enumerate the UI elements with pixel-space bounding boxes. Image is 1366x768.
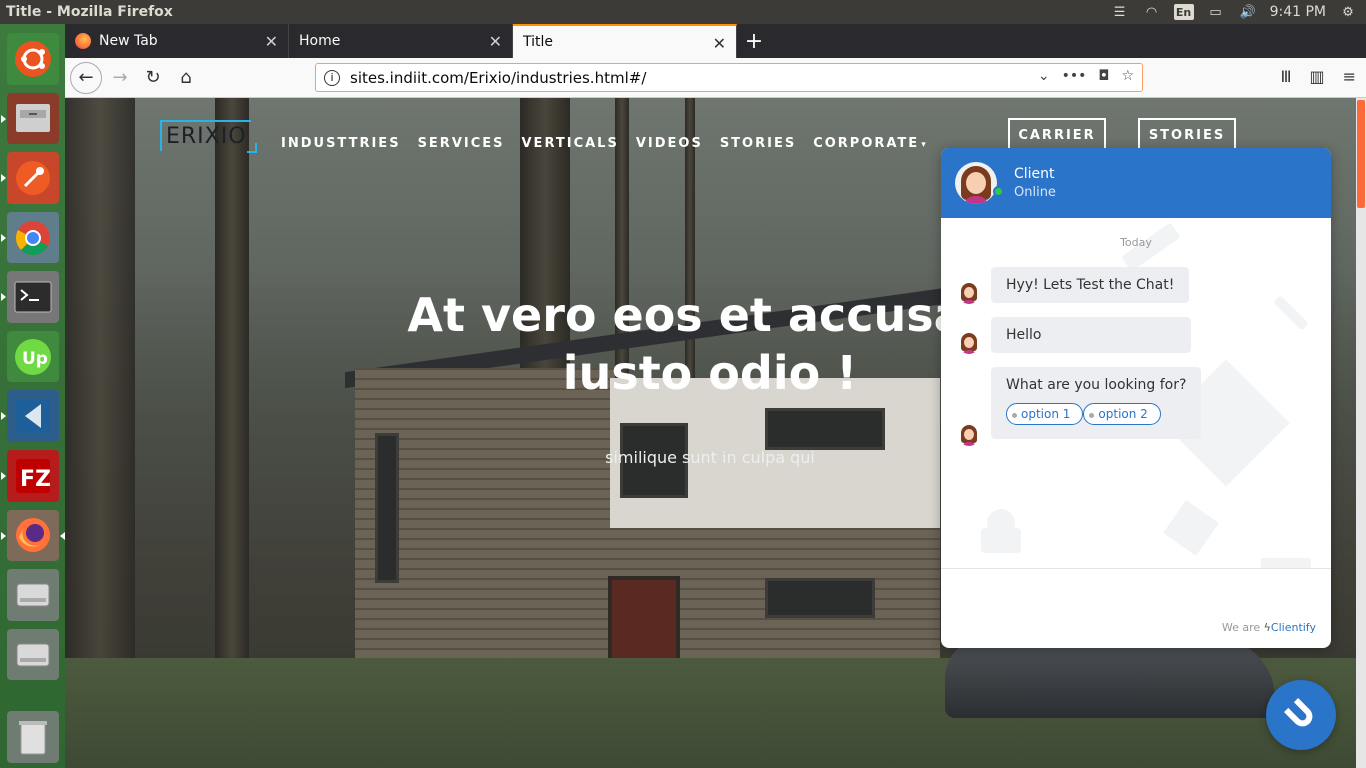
url-text[interactable]: sites.indiit.com/Erixio/industries.html#… [350, 69, 646, 87]
wifi-icon[interactable]: ◠ [1142, 4, 1162, 20]
stories-button[interactable]: STORIES [1138, 118, 1236, 152]
page-scrollbar[interactable] [1356, 98, 1366, 768]
new-tab-button[interactable]: + [737, 24, 771, 58]
system-tray: ☰ ◠ En ▭ 🔊 9:41 PM ⚙ [1110, 0, 1366, 24]
caret-down-icon: ▾ [921, 140, 928, 150]
nav-stories[interactable]: STORIES [720, 136, 796, 151]
browser-nav-bar: ← → ↻ ⌂ i sites.indiit.com/Erixio/indust… [65, 58, 1366, 98]
agent-avatar [955, 162, 997, 204]
pocket-icon[interactable]: ◘ [1098, 68, 1109, 84]
nav-services[interactable]: SERVICES [418, 136, 505, 151]
tab-label: New Tab [99, 33, 158, 49]
hamburger-menu-icon[interactable]: ≡ [1343, 67, 1356, 86]
chat-header: Client Online [941, 148, 1331, 218]
tab-title[interactable]: Title ✕ [513, 24, 737, 58]
nav-corporate-label: CORPORATE [813, 136, 920, 151]
url-bar[interactable]: i sites.indiit.com/Erixio/industries.htm… [315, 63, 1143, 92]
magnet-icon [1284, 698, 1313, 727]
site-info-icon[interactable]: i [324, 69, 340, 86]
chat-launcher-button[interactable] [1266, 680, 1336, 750]
powered-brand-link[interactable]: Clientify [1271, 621, 1316, 634]
browser-tab-strip: New Tab ✕ Home ✕ Title ✕ + [65, 24, 1366, 58]
chat-input-area[interactable]: We are ϟClientify [941, 568, 1331, 648]
chat-message-text: What are you looking for? [1006, 377, 1187, 393]
tab-label: Home [299, 33, 341, 49]
tab-home[interactable]: Home ✕ [289, 24, 513, 58]
drive-icon[interactable] [6, 569, 59, 621]
quick-reply-options: option 1 option 2 [1006, 403, 1186, 425]
dropdown-chevron-icon[interactable]: ⌄ [1038, 68, 1050, 84]
agent-mini-avatar [958, 332, 980, 354]
scrollbar-thumb[interactable] [1357, 100, 1365, 208]
house-window [765, 578, 875, 618]
chat-message-bubble: Hyy! Lets Test the Chat! [991, 267, 1190, 303]
quick-reply-option-2[interactable]: option 2 [1083, 403, 1161, 425]
agent-mini-avatar [958, 282, 980, 304]
svg-text:FZ: FZ [20, 467, 51, 492]
chat-contact-name: Client [1014, 166, 1055, 182]
chat-widget: Client Online Today Hyy! Lets Test the C… [941, 148, 1331, 648]
ubuntu-dash-icon[interactable] [6, 33, 59, 85]
svg-text:Up: Up [22, 349, 48, 369]
quick-reply-option-1[interactable]: option 1 [1006, 403, 1084, 425]
drive-icon[interactable] [6, 628, 59, 681]
tab-new-tab[interactable]: New Tab ✕ [65, 24, 289, 58]
close-tab-icon[interactable]: ✕ [489, 32, 502, 51]
parked-car [945, 638, 1275, 718]
ubuntu-launcher: Up FZ [0, 24, 65, 768]
vscode-icon[interactable] [0, 390, 59, 443]
firefox-icon[interactable] [0, 509, 65, 562]
volume-icon[interactable]: 🔊 [1238, 4, 1258, 20]
house-window [765, 408, 885, 450]
back-button[interactable]: ← [70, 61, 102, 94]
powered-by: We are ϟClientify [1222, 621, 1316, 634]
reload-button[interactable]: ↻ [138, 63, 168, 93]
chrome-icon[interactable] [0, 211, 59, 264]
nav-corporate[interactable]: CORPORATE ▾ [813, 136, 928, 151]
library-icon[interactable]: Ⅲ [1280, 67, 1291, 86]
window-title: Title - Mozilla Firefox [6, 4, 173, 20]
forward-button[interactable]: → [105, 63, 135, 93]
files-icon[interactable] [0, 92, 59, 145]
close-tab-icon[interactable]: ✕ [713, 34, 726, 53]
chat-message-bubble: What are you looking for? option 1 optio… [991, 367, 1202, 439]
page-actions-icon[interactable]: ••• [1062, 68, 1087, 84]
terminal-icon[interactable] [0, 271, 59, 323]
house-window [375, 433, 399, 583]
menu-list-icon[interactable]: ☰ [1110, 4, 1130, 20]
agent-mini-avatar [958, 424, 980, 446]
home-button[interactable]: ⌂ [171, 63, 201, 93]
chat-contact-status: Online [1014, 185, 1056, 200]
chat-day-label: Today [1120, 236, 1152, 249]
tab-label: Title [523, 34, 554, 50]
filezilla-icon[interactable]: FZ [0, 450, 59, 502]
carrier-button[interactable]: CARRIER [1008, 118, 1106, 152]
online-status-dot [993, 186, 1004, 197]
os-top-bar: Title - Mozilla Firefox ☰ ◠ En ▭ 🔊 9:41 … [0, 0, 1366, 24]
chat-messages: Today Hyy! Lets Test the Chat! Hello Wha… [941, 218, 1331, 568]
bookmark-star-icon[interactable]: ☆ [1121, 68, 1134, 84]
sidebar-icon[interactable]: ▥ [1309, 67, 1324, 86]
upwork-icon[interactable]: Up [6, 330, 59, 383]
clock[interactable]: 9:41 PM [1270, 4, 1326, 20]
close-tab-icon[interactable]: ✕ [265, 32, 278, 51]
settings-gear-icon[interactable]: ⚙ [1338, 4, 1358, 20]
nav-verticals[interactable]: VERTICALS [522, 136, 619, 151]
battery-icon[interactable]: ▭ [1206, 4, 1226, 20]
powered-prefix: We are [1221, 621, 1261, 634]
chat-message-bubble: Hello [991, 317, 1191, 353]
hero-subtitle: similique sunt in culpa qui [605, 448, 815, 467]
nav-industries[interactable]: INDUSTTRIES [281, 136, 401, 151]
keyboard-layout-indicator[interactable]: En [1173, 4, 1194, 20]
site-nav: INDUSTTRIES SERVICES VERTICALS VIDEOS ST… [281, 136, 928, 151]
nav-videos[interactable]: VIDEOS [636, 136, 703, 151]
bolt-icon: ϟ [1263, 621, 1271, 634]
trash-icon[interactable] [6, 711, 59, 763]
firefox-favicon-icon [75, 33, 91, 49]
site-logo[interactable]: ERIXIO [160, 120, 257, 153]
postman-icon[interactable] [0, 152, 59, 204]
